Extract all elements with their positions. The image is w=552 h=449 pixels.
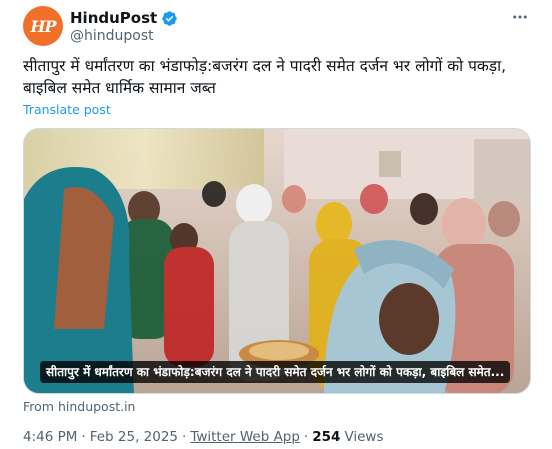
more-dots-icon[interactable] — [510, 7, 530, 27]
views-count[interactable]: 254 — [312, 429, 340, 445]
verified-badge-icon — [162, 10, 177, 26]
tweet-date[interactable]: Feb 25, 2025 — [90, 429, 178, 445]
tweet-metadata: 4:46 PM · Feb 25, 2025 · Twitter Web App… — [23, 429, 384, 445]
avatar-text: HP — [30, 16, 56, 36]
avatar[interactable]: HP — [23, 6, 63, 46]
views-label: Views — [344, 429, 384, 445]
translate-link[interactable]: Translate post — [23, 102, 111, 117]
handle[interactable]: @hindupost — [70, 28, 154, 44]
media-caption: सीतापुर में धर्मांतरण का भंडाफोड़:बजरंग … — [40, 361, 511, 383]
tweet-time[interactable]: 4:46 PM — [23, 429, 77, 445]
card-source[interactable]: From hindupost.in — [23, 399, 135, 414]
separator-dot: · — [182, 429, 187, 445]
client-link[interactable]: Twitter Web App — [190, 429, 300, 445]
separator-dot: · — [303, 429, 309, 445]
author-name-row: HinduPost — [70, 8, 178, 28]
news-photo — [24, 129, 530, 393]
tweet-card: HP HinduPost @hindupost सीतापुर में धर्म… — [0, 0, 552, 449]
link-card-media[interactable]: सीतापुर में धर्मांतरण का भंडाफोड़:बजरंग … — [23, 128, 531, 394]
tweet-text: सीतापुर में धर्मांतरण का भंडाफोड़:बजरंग … — [23, 57, 507, 97]
display-name[interactable]: HinduPost — [70, 9, 157, 27]
separator-dot: · — [81, 429, 86, 445]
